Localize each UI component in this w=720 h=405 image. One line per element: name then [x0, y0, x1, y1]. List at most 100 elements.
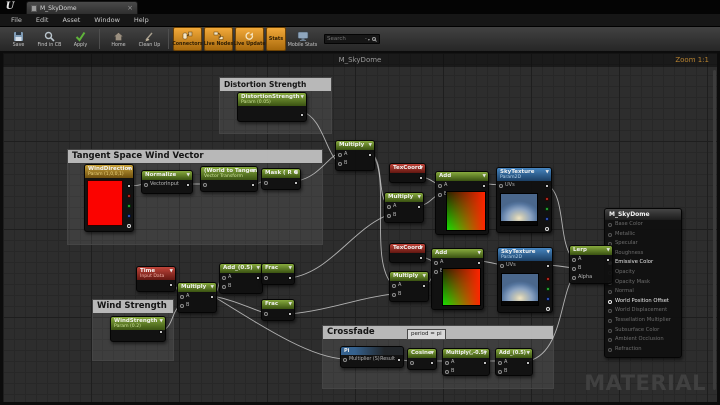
- input-pin[interactable]: [144, 183, 148, 187]
- output-pin[interactable]: [526, 361, 530, 365]
- input-pin[interactable]: [203, 183, 207, 187]
- pin-emissive-color[interactable]: Emissive Color: [605, 258, 681, 268]
- pin-subsurface-color[interactable]: Subsurface Color: [605, 326, 681, 336]
- node-lerp[interactable]: Lerp▼ A B Alpha: [569, 245, 613, 284]
- menu-file[interactable]: File: [4, 14, 29, 27]
- input-pin-a[interactable]: [445, 361, 449, 365]
- input-pin-b[interactable]: [572, 267, 576, 271]
- save-button[interactable]: Save: [4, 27, 33, 51]
- live-update-toggle[interactable]: Live Update: [235, 27, 264, 51]
- pin-base-color[interactable]: Base Color: [605, 220, 681, 230]
- node-add-half-2[interactable]: Add_(0.5)▼ A B: [495, 348, 533, 376]
- output-pin[interactable]: [300, 113, 304, 117]
- output-pin[interactable]: [397, 358, 401, 362]
- input-pin-uvs[interactable]: [499, 184, 503, 188]
- node-frac-2[interactable]: Frac▼: [261, 299, 295, 321]
- node-material-output[interactable]: M_SkyDome Base Color Metallic Specular R…: [604, 208, 682, 358]
- node-normalize[interactable]: Normalize▼ VectorInput: [141, 170, 193, 194]
- comment-title[interactable]: Wind Strength: [93, 300, 173, 313]
- input-pin-a[interactable]: [338, 153, 342, 157]
- pin-specular[interactable]: Specular: [605, 239, 681, 249]
- vertical-scrollbar[interactable]: [713, 70, 716, 390]
- output-pin-rgb[interactable]: [546, 264, 550, 268]
- clean-up-button[interactable]: Clean Up: [135, 27, 164, 51]
- input-pin-a[interactable]: [498, 361, 502, 365]
- input-pin-a[interactable]: [222, 276, 226, 280]
- output-pin[interactable]: [186, 183, 190, 187]
- output-pin[interactable]: [294, 181, 298, 185]
- pin-world-displacement[interactable]: World Displacement: [605, 306, 681, 316]
- close-icon[interactable]: ×: [127, 5, 133, 12]
- node-add-2[interactable]: Add▼ A B: [431, 248, 484, 310]
- output-pin[interactable]: [210, 295, 214, 299]
- output-pin[interactable]: [477, 261, 481, 265]
- input-pin-b[interactable]: [387, 214, 391, 218]
- document-tab[interactable]: M_SkyDome ×: [26, 1, 138, 14]
- node-sky-texture-1[interactable]: SkyTexture▼Param2D UVs: [496, 167, 552, 233]
- pin-opacity-mask[interactable]: Opacity Mask: [605, 278, 681, 288]
- node-texcoord-1[interactable]: TexCoord▼: [389, 163, 426, 183]
- search-box[interactable]: - ▾: [324, 34, 380, 44]
- node-multiply-4[interactable]: Multiply▼ A B: [177, 282, 217, 313]
- output-pin-r[interactable]: [546, 277, 550, 281]
- search-options-icon[interactable]: -: [365, 36, 367, 42]
- pin-world-position-offset[interactable]: World Position Offset: [605, 297, 681, 307]
- pin-metallic[interactable]: Metallic: [605, 230, 681, 240]
- node-cosine[interactable]: Cosine▼: [407, 348, 437, 370]
- output-pin[interactable]: [483, 361, 487, 365]
- stats-toggle[interactable]: Stats: [266, 27, 286, 51]
- output-pin[interactable]: [606, 258, 610, 262]
- output-pin-rgb[interactable]: [545, 184, 549, 188]
- output-pin-a[interactable]: [545, 227, 549, 231]
- find-in-cb-button[interactable]: Find in CB: [35, 27, 64, 51]
- input-pin-b[interactable]: [180, 304, 184, 308]
- mobile-stats-button[interactable]: Mobile Stats: [288, 27, 317, 51]
- node-wind-direction-param[interactable]: WindDirection▼Param (1,0,0,1): [84, 164, 134, 232]
- comment-title[interactable]: Distortion Strength: [220, 78, 331, 91]
- output-pin-r[interactable]: [545, 197, 549, 201]
- pin-tessellation-multiplier[interactable]: Tessellation Multiplier: [605, 316, 681, 326]
- output-pin[interactable]: [288, 276, 292, 280]
- home-button[interactable]: Home: [104, 27, 133, 51]
- input-pin-a[interactable]: [572, 258, 576, 262]
- output-pin[interactable]: [368, 153, 372, 157]
- input-pin-a[interactable]: [434, 261, 438, 265]
- node-multiply-3[interactable]: Multiply▼ A B: [389, 271, 429, 302]
- output-pin-a[interactable]: [546, 307, 550, 311]
- output-pin[interactable]: [419, 176, 423, 180]
- output-pin-g[interactable]: [545, 207, 549, 211]
- node-world-to-tangent[interactable]: (World to Tangent)▼Vector Transform: [200, 166, 258, 192]
- input-pin-b[interactable]: [445, 370, 449, 374]
- input-pin-b[interactable]: [222, 285, 226, 289]
- input-pin-b[interactable]: [338, 162, 342, 166]
- menu-help[interactable]: Help: [127, 14, 156, 27]
- output-pin-g[interactable]: [546, 287, 550, 291]
- input-pin[interactable]: [264, 181, 268, 185]
- input-pin-b[interactable]: [498, 370, 502, 374]
- chevron-down-icon[interactable]: ▾: [368, 37, 370, 42]
- input-pin-a[interactable]: [180, 295, 184, 299]
- node-wind-strength-param[interactable]: WindStrength▼Param (0.2): [110, 316, 166, 342]
- apply-button[interactable]: Apply: [66, 27, 95, 51]
- input-pin-uvs[interactable]: [500, 264, 504, 268]
- connectors-toggle[interactable]: Connectors: [173, 27, 202, 51]
- node-add-half-1[interactable]: Add_(0.5)▼ A B: [219, 263, 263, 294]
- input-pin-alpha[interactable]: [572, 276, 576, 280]
- pin-refraction[interactable]: Refraction: [605, 345, 681, 355]
- node-mask-rg[interactable]: Mask ( R G )▼: [261, 168, 301, 190]
- input-pin[interactable]: [410, 361, 414, 365]
- node-multiply-neg-half[interactable]: Multiply(,-0.5)▼ A B: [442, 348, 490, 376]
- input-pin-a[interactable]: [387, 205, 391, 209]
- output-pin-r[interactable]: [127, 194, 131, 198]
- node-multiply-1[interactable]: Multiply▼ A B: [335, 140, 375, 171]
- output-pin[interactable]: [256, 276, 260, 280]
- live-nodes-toggle[interactable]: Live Nodes: [204, 27, 233, 51]
- output-pin-b[interactable]: [546, 297, 550, 301]
- node-frac-1[interactable]: Frac▼: [261, 263, 295, 285]
- output-pin[interactable]: [251, 183, 255, 187]
- output-pin[interactable]: [417, 205, 421, 209]
- node-time[interactable]: Time▼Input Data: [136, 266, 176, 292]
- output-pin[interactable]: [419, 256, 423, 260]
- menu-window[interactable]: Window: [87, 14, 127, 27]
- comment-title[interactable]: Tangent Space Wind Vector: [68, 150, 322, 163]
